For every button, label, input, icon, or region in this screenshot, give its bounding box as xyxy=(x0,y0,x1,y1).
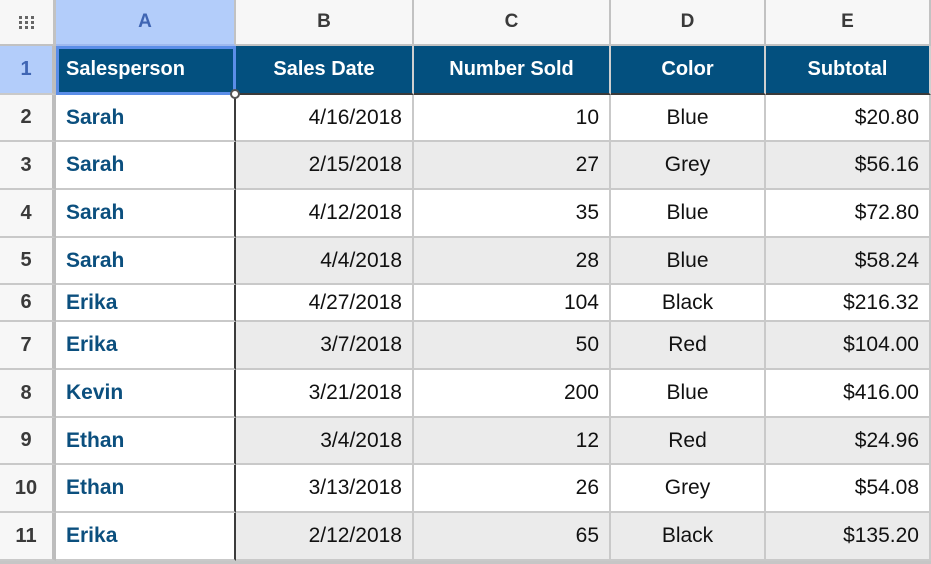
cell-salesperson[interactable]: Kevin xyxy=(56,370,236,418)
cell-salesperson[interactable]: Erika xyxy=(56,322,236,370)
cell-subtotal[interactable]: $58.24 xyxy=(766,238,931,285)
cell-sales-date[interactable]: 2/15/2018 xyxy=(236,142,414,190)
row-header-4[interactable]: 4 xyxy=(0,190,56,238)
cell-salesperson[interactable]: Sarah xyxy=(56,95,236,142)
cell-salesperson[interactable]: Ethan xyxy=(56,465,236,513)
spreadsheet-table: A B C D E 1 Salesperson Sales Date Numbe… xyxy=(0,0,931,564)
row-header-9[interactable]: 9 xyxy=(0,418,56,465)
row-header-5[interactable]: 5 xyxy=(0,238,56,285)
cell-subtotal[interactable]: $56.16 xyxy=(766,142,931,190)
table-grid: A B C D E 1 Salesperson Sales Date Numbe… xyxy=(0,0,931,561)
cell-subtotal[interactable]: $104.00 xyxy=(766,322,931,370)
cell-salesperson[interactable]: Erika xyxy=(56,285,236,322)
cell-subtotal[interactable]: $135.20 xyxy=(766,513,931,561)
cell-sales-date[interactable]: 4/27/2018 xyxy=(236,285,414,322)
cell-sales-date[interactable]: 3/4/2018 xyxy=(236,418,414,465)
cell-subtotal[interactable]: $416.00 xyxy=(766,370,931,418)
cell-number-sold[interactable]: 65 xyxy=(414,513,611,561)
header-cell-salesperson[interactable]: Salesperson xyxy=(56,46,236,95)
cell-color[interactable]: Black xyxy=(611,513,766,561)
cell-number-sold[interactable]: 104 xyxy=(414,285,611,322)
cell-subtotal[interactable]: $20.80 xyxy=(766,95,931,142)
cell-subtotal[interactable]: $24.96 xyxy=(766,418,931,465)
column-header-a[interactable]: A xyxy=(56,0,236,46)
cell-number-sold[interactable]: 12 xyxy=(414,418,611,465)
cell-color[interactable]: Red xyxy=(611,322,766,370)
cell-color[interactable]: Blue xyxy=(611,190,766,238)
cell-salesperson[interactable]: Sarah xyxy=(56,190,236,238)
cell-color[interactable]: Grey xyxy=(611,465,766,513)
cell-color[interactable]: Grey xyxy=(611,142,766,190)
row-header-3[interactable]: 3 xyxy=(0,142,56,190)
column-header-e[interactable]: E xyxy=(766,0,931,46)
cell-color[interactable]: Red xyxy=(611,418,766,465)
cell-color[interactable]: Blue xyxy=(611,238,766,285)
cell-number-sold[interactable]: 27 xyxy=(414,142,611,190)
table-select-grid-icon xyxy=(19,15,34,29)
cell-sales-date[interactable]: 4/12/2018 xyxy=(236,190,414,238)
cell-color[interactable]: Blue xyxy=(611,95,766,142)
row-header-1[interactable]: 1 xyxy=(0,46,56,95)
cell-salesperson[interactable]: Ethan xyxy=(56,418,236,465)
cell-number-sold[interactable]: 28 xyxy=(414,238,611,285)
cell-number-sold[interactable]: 50 xyxy=(414,322,611,370)
cell-color[interactable]: Blue xyxy=(611,370,766,418)
column-header-d[interactable]: D xyxy=(611,0,766,46)
header-cell-color[interactable]: Color xyxy=(611,46,766,95)
cell-sales-date[interactable]: 3/21/2018 xyxy=(236,370,414,418)
cell-number-sold[interactable]: 10 xyxy=(414,95,611,142)
cell-color[interactable]: Black xyxy=(611,285,766,322)
cell-subtotal[interactable]: $72.80 xyxy=(766,190,931,238)
header-cell-number-sold[interactable]: Number Sold xyxy=(414,46,611,95)
cell-sales-date[interactable]: 4/16/2018 xyxy=(236,95,414,142)
cell-salesperson[interactable]: Sarah xyxy=(56,238,236,285)
selection-resize-handle[interactable] xyxy=(230,89,240,99)
row-header-2[interactable]: 2 xyxy=(0,95,56,142)
row-header-7[interactable]: 7 xyxy=(0,322,56,370)
column-header-c[interactable]: C xyxy=(414,0,611,46)
cell-subtotal[interactable]: $54.08 xyxy=(766,465,931,513)
column-header-b[interactable]: B xyxy=(236,0,414,46)
header-cell-sales-date[interactable]: Sales Date xyxy=(236,46,414,95)
cell-sales-date[interactable]: 3/13/2018 xyxy=(236,465,414,513)
header-cell-subtotal[interactable]: Subtotal xyxy=(766,46,931,95)
row-header-10[interactable]: 10 xyxy=(0,465,56,513)
cell-salesperson[interactable]: Sarah xyxy=(56,142,236,190)
cell-sales-date[interactable]: 4/4/2018 xyxy=(236,238,414,285)
cell-sales-date[interactable]: 2/12/2018 xyxy=(236,513,414,561)
cell-number-sold[interactable]: 200 xyxy=(414,370,611,418)
cell-number-sold[interactable]: 26 xyxy=(414,465,611,513)
row-header-11[interactable]: 11 xyxy=(0,513,56,561)
row-header-8[interactable]: 8 xyxy=(0,370,56,418)
cell-number-sold[interactable]: 35 xyxy=(414,190,611,238)
cell-subtotal[interactable]: $216.32 xyxy=(766,285,931,322)
row-header-6[interactable]: 6 xyxy=(0,285,56,322)
cell-salesperson[interactable]: Erika xyxy=(56,513,236,561)
select-all-corner[interactable] xyxy=(0,0,56,46)
cell-sales-date[interactable]: 3/7/2018 xyxy=(236,322,414,370)
